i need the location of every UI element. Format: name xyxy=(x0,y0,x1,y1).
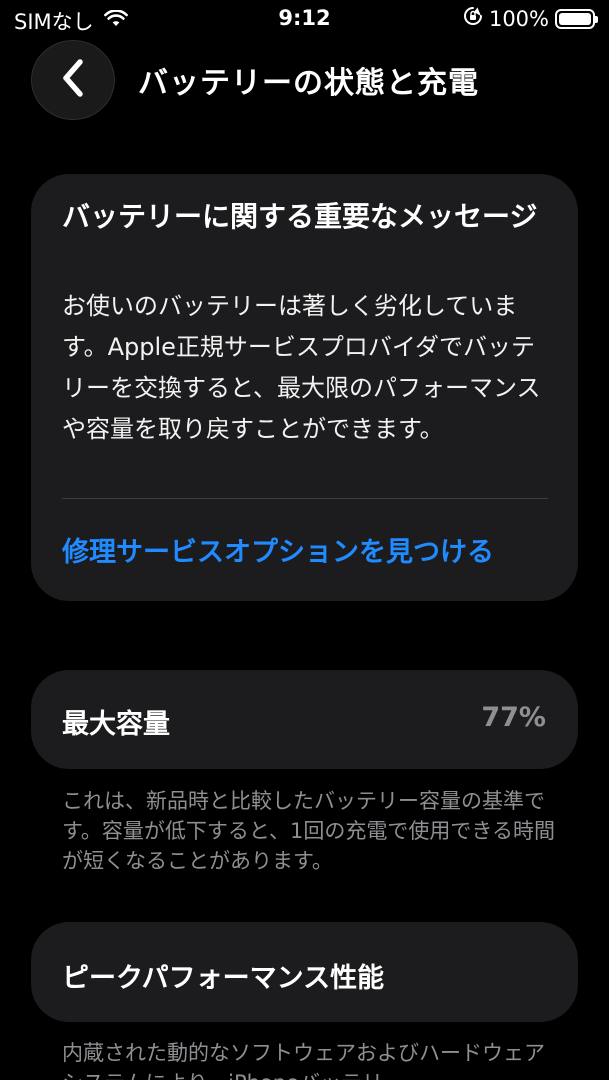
chevron-left-icon xyxy=(58,58,88,102)
peak-performance-footnote: 内蔵された動的なソフトウェアおよびハードウェアシステムにより、iPhoneバッテ… xyxy=(62,1041,545,1080)
status-bar: SIMなし 9:12 100% xyxy=(0,0,609,40)
battery-level-fill xyxy=(559,12,591,25)
page-title: バッテリーの状態と充電 xyxy=(138,66,479,101)
status-right: 100% xyxy=(463,6,598,31)
capacity-footnote: これは、新品時と比較したバッテリー容量の基準です。容量が低下すると、1回の充電で… xyxy=(62,789,555,873)
battery-icon xyxy=(555,8,598,29)
capacity-label: 最大容量 xyxy=(62,709,170,740)
capacity-value: 77% xyxy=(481,702,546,733)
battery-percent: 100% xyxy=(488,6,549,31)
screen: SIMなし 9:12 100% バッテリーの状態と充電 バッテリーに関する重要な… xyxy=(0,0,609,1080)
back-button[interactable] xyxy=(31,40,115,120)
peak-performance-label: ピークパフォーマンス性能 xyxy=(62,963,385,994)
important-message-card: バッテリーに関する重要なメッセージ お使いのバッテリーは著しく劣化しています。A… xyxy=(31,174,578,601)
message-divider xyxy=(62,498,548,499)
orientation-lock-icon xyxy=(463,6,483,31)
maximum-capacity-row: 最大容量 77% xyxy=(31,670,578,769)
message-body: お使いのバッテリーは著しく劣化しています。Apple正規サービスプロバイダでバッ… xyxy=(62,292,541,443)
peak-performance-row: ピークパフォーマンス性能 xyxy=(31,922,578,1022)
find-repair-options-link[interactable]: 修理サービスオプションを見つける xyxy=(62,530,494,569)
message-title: バッテリーに関する重要なメッセージ xyxy=(62,200,538,233)
